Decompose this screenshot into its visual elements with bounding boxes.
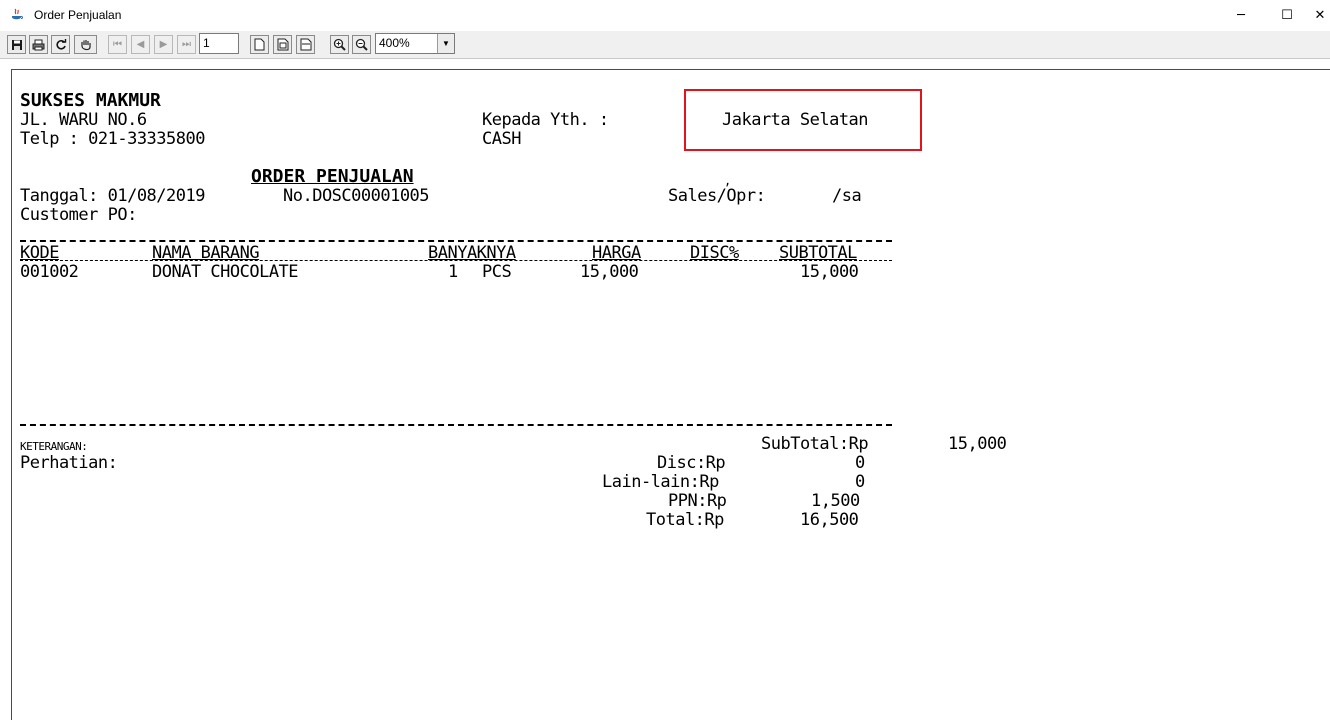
prev-page-button[interactable]: ◀ bbox=[131, 35, 150, 54]
fit-page-icon bbox=[277, 38, 288, 51]
ppn-value: 1,500 bbox=[811, 491, 860, 511]
page-number-input[interactable]: 1 bbox=[199, 33, 239, 54]
subtotal-label: SubTotal:Rp bbox=[761, 434, 869, 454]
page-border-top bbox=[11, 69, 1330, 70]
close-button[interactable]: ✕ bbox=[1310, 0, 1330, 31]
order-date: Tanggal: 01/08/2019 bbox=[20, 186, 205, 206]
total-label: Total:Rp bbox=[646, 510, 724, 530]
table-bottom-rule bbox=[20, 424, 892, 426]
minimize-icon: ─ bbox=[1237, 8, 1245, 23]
report-canvas bbox=[0, 59, 1330, 720]
last-page-icon: ⏭ bbox=[182, 39, 191, 50]
col-header-banyak: BANYAKNYA bbox=[428, 243, 516, 263]
refresh-button[interactable] bbox=[51, 35, 70, 54]
sales-value: /sa bbox=[832, 186, 862, 206]
close-icon: ✕ bbox=[1314, 8, 1326, 23]
title-bar: Order Penjualan ─ ☐ ✕ bbox=[0, 0, 1330, 31]
page-border-left bbox=[11, 69, 12, 720]
window-title: Order Penjualan bbox=[34, 8, 122, 22]
lain-value: 0 bbox=[855, 472, 865, 492]
col-header-subtotal: SUBTOTAL bbox=[779, 243, 857, 263]
total-value: 16,500 bbox=[800, 510, 859, 530]
zoom-value: 400% bbox=[379, 36, 410, 50]
company-phone: Telp : 021-33335800 bbox=[20, 129, 205, 149]
chevron-down-icon[interactable]: ▼ bbox=[437, 34, 454, 53]
col-header-nama: NAMA BARANG bbox=[152, 243, 260, 263]
next-page-icon: ▶ bbox=[159, 39, 168, 50]
order-number: No.DOSC00001005 bbox=[283, 186, 430, 206]
col-header-kode: KODE bbox=[20, 243, 59, 263]
print-icon bbox=[32, 39, 45, 50]
company-address: JL. WARU NO.6 bbox=[20, 110, 147, 130]
fit-width-icon bbox=[300, 38, 311, 51]
actual-size-icon bbox=[254, 38, 265, 51]
hand-tool-button[interactable] bbox=[74, 35, 97, 54]
save-button[interactable] bbox=[7, 35, 26, 54]
perhatian-label: Perhatian: bbox=[20, 453, 118, 473]
subtotal-value: 15,000 bbox=[948, 434, 1007, 454]
lain-label: Lain-lain:Rp bbox=[602, 472, 719, 492]
actual-size-button[interactable] bbox=[250, 35, 269, 54]
document-title: ORDER PENJUALAN bbox=[251, 166, 414, 187]
fit-page-button[interactable] bbox=[273, 35, 292, 54]
zoom-in-button[interactable] bbox=[330, 35, 349, 54]
minimize-button[interactable]: ─ bbox=[1218, 0, 1264, 31]
customer-po: Customer PO: bbox=[20, 205, 137, 225]
fit-width-button[interactable] bbox=[296, 35, 315, 54]
zoom-out-icon bbox=[355, 38, 368, 51]
col-header-harga: HARGA bbox=[592, 243, 641, 263]
maximize-icon: ☐ bbox=[1281, 8, 1293, 23]
to-label: Kepada Yth. : bbox=[482, 110, 609, 130]
col-header-disc: DISC% bbox=[690, 243, 739, 263]
last-page-button[interactable]: ⏭ bbox=[177, 35, 196, 54]
row-qty: 1 bbox=[448, 262, 458, 282]
ppn-label: PPN:Rp bbox=[668, 491, 727, 511]
zoom-select[interactable]: 400% ▼ bbox=[375, 33, 455, 54]
disc-label: Disc:Rp bbox=[657, 453, 726, 473]
to-value: CASH bbox=[482, 129, 521, 149]
zoom-out-button[interactable] bbox=[352, 35, 371, 54]
first-page-button[interactable]: ⏮ bbox=[108, 35, 127, 54]
refresh-icon bbox=[55, 38, 66, 50]
zoom-in-icon bbox=[333, 38, 346, 51]
prev-page-icon: ◀ bbox=[136, 39, 145, 50]
maximize-button[interactable]: ☐ bbox=[1264, 0, 1310, 31]
table-top-rule bbox=[20, 240, 892, 242]
hand-icon bbox=[80, 39, 91, 50]
sales-label: Sales/Opr: bbox=[668, 186, 766, 206]
java-app-icon bbox=[12, 8, 23, 20]
first-page-icon: ⏮ bbox=[113, 39, 122, 50]
company-name: SUKSES MAKMUR bbox=[20, 90, 161, 111]
row-nama: DONAT CHOCOLATE bbox=[152, 262, 299, 282]
save-icon bbox=[11, 39, 22, 50]
row-harga: 15,000 bbox=[580, 262, 639, 282]
disc-value: 0 bbox=[855, 453, 865, 473]
row-unit: PCS bbox=[482, 262, 512, 282]
row-kode: 001002 bbox=[20, 262, 79, 282]
row-subtotal: 15,000 bbox=[800, 262, 859, 282]
city-name: Jakarta Selatan bbox=[722, 110, 869, 130]
print-button[interactable] bbox=[29, 35, 48, 54]
next-page-button[interactable]: ▶ bbox=[154, 35, 173, 54]
